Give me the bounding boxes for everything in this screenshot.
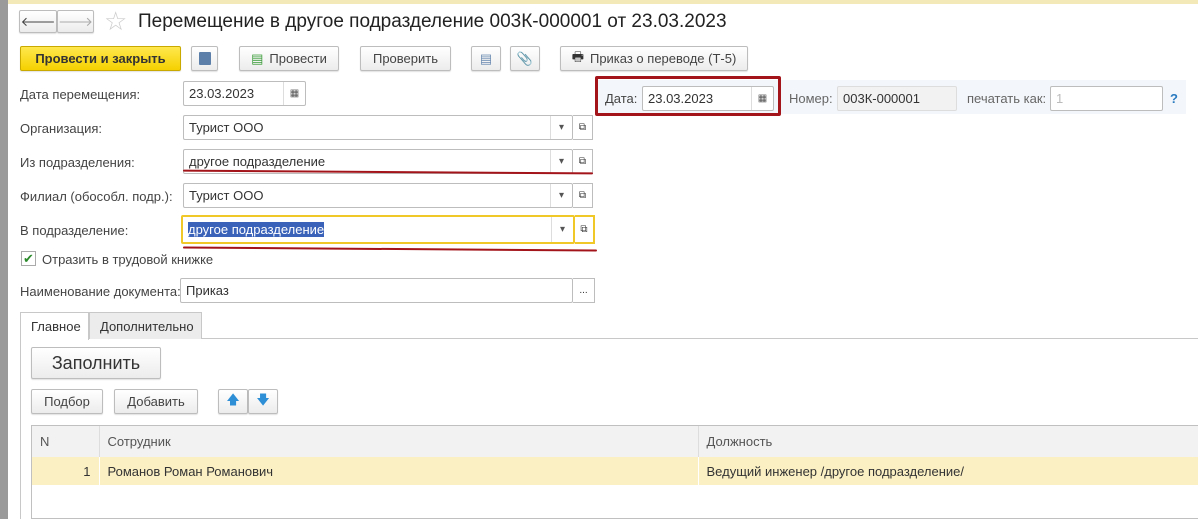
number-label: Номер: <box>789 91 833 106</box>
arrow-down-icon: 🡇 <box>256 391 270 407</box>
fill-button[interactable]: Заполнить <box>31 347 161 379</box>
help-link[interactable]: ? <box>1170 91 1178 106</box>
select-button[interactable]: Подбор <box>31 389 103 414</box>
floppy-disk-icon <box>198 52 211 65</box>
open-icon[interactable]: ⧉ <box>573 115 593 140</box>
post-doc-icon: ▤ <box>251 50 264 66</box>
chevron-down-icon[interactable]: ▾ <box>551 217 573 242</box>
open-icon[interactable]: ⧉ <box>575 215 595 244</box>
chevron-down-icon[interactable]: ▾ <box>550 150 572 173</box>
row-employee: Романов Роман Романович <box>99 457 699 485</box>
move-date-field[interactable]: 23.03.2023 ▦ <box>183 81 306 106</box>
print-as-input[interactable]: 1 <box>1050 86 1163 111</box>
arrow-up-icon: 🡅 <box>226 391 240 407</box>
table-header: N Сотрудник Должность <box>32 426 1198 457</box>
workbook-checkbox[interactable]: ✔ <box>21 251 36 266</box>
post-button[interactable]: ▤ Провести <box>239 46 339 71</box>
docname-label: Наименование документа: <box>20 284 181 299</box>
page-title: Перемещение в другое подразделение 003К-… <box>138 11 727 32</box>
to-field[interactable]: другое подразделение ▾ <box>181 215 575 244</box>
list-icon: ▤ <box>479 50 493 66</box>
date-label: Дата: <box>605 91 638 106</box>
post-and-close-button[interactable]: Провести и закрыть <box>20 46 181 71</box>
move-date-label: Дата перемещения: <box>20 87 141 102</box>
move-down-button[interactable]: 🡇 <box>248 389 278 414</box>
number-field[interactable]: 003К-000001 <box>837 86 957 111</box>
favorite-star-icon[interactable]: ☆ <box>104 6 127 37</box>
branch-label: Филиал (обособл. подр.): <box>20 189 173 204</box>
open-icon[interactable]: ⧉ <box>573 183 593 208</box>
open-icon[interactable]: ⧉ <box>573 149 593 174</box>
calendar-icon[interactable]: ▦ <box>283 82 305 105</box>
check-button[interactable]: Проверить <box>360 46 451 71</box>
back-button[interactable]: 🡐 <box>19 10 57 33</box>
org-label: Организация: <box>20 121 103 136</box>
forward-button[interactable]: 🡒 <box>57 10 94 33</box>
branch-field[interactable]: Турист ООО ▾ <box>183 183 573 208</box>
docname-field[interactable]: Приказ <box>180 278 573 303</box>
printer-icon: 🖶 <box>571 48 584 64</box>
arrow-left-icon: 🡐 <box>20 13 56 29</box>
save-button[interactable] <box>191 46 218 71</box>
print-as-label: печатать как: <box>967 91 1047 106</box>
report-button[interactable]: ▤ <box>471 46 501 71</box>
chevron-down-icon[interactable]: ▾ <box>550 184 572 207</box>
from-label: Из подразделения: <box>20 155 135 170</box>
date-field[interactable]: 23.03.2023 ▦ <box>642 86 774 111</box>
col-n[interactable]: N <box>32 426 100 457</box>
workbook-label: Отразить в трудовой книжке <box>42 252 214 267</box>
top-edge <box>8 0 1198 4</box>
add-button[interactable]: Добавить <box>114 389 198 414</box>
tab-additional[interactable]: Дополнительно <box>89 312 202 339</box>
chevron-down-icon[interactable]: ▾ <box>550 116 572 139</box>
ellipsis-icon[interactable]: ... <box>573 278 595 303</box>
paperclip-icon: 📎 <box>516 50 534 66</box>
table-row[interactable]: 1 Романов Роман Романович Ведущий инжене… <box>32 457 1198 485</box>
attach-button[interactable]: 📎 <box>510 46 540 71</box>
left-edge <box>0 0 8 519</box>
row-n: 1 <box>32 457 100 485</box>
employees-table: N Сотрудник Должность 1 Романов Роман Ро… <box>31 425 1198 519</box>
calendar-icon[interactable]: ▦ <box>751 87 773 110</box>
row-position: Ведущий инженер /другое подразделение/ <box>706 463 965 479</box>
red-underline <box>182 246 598 252</box>
arrow-right-icon: 🡒 <box>58 13 93 29</box>
move-up-button[interactable]: 🡅 <box>218 389 248 414</box>
col-employee[interactable]: Сотрудник <box>99 426 699 457</box>
col-position[interactable]: Должность <box>698 426 1198 457</box>
tab-main[interactable]: Главное <box>20 312 89 340</box>
print-order-button[interactable]: 🖶 Приказ о переводе (Т-5) <box>560 46 748 71</box>
to-label: В подразделение: <box>20 223 129 238</box>
org-field[interactable]: Турист ООО ▾ <box>183 115 573 140</box>
